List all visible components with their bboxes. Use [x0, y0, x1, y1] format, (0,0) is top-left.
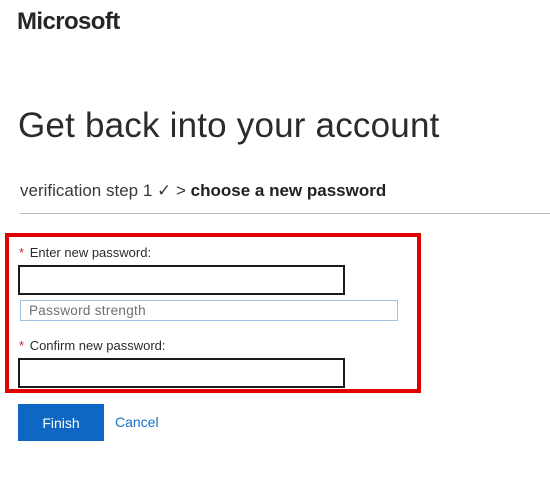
required-marker: *: [19, 245, 25, 260]
confirm-password-input[interactable]: [18, 358, 345, 388]
confirm-password-label: * Confirm new password:: [19, 338, 166, 353]
new-password-label: * Enter new password:: [19, 245, 151, 260]
microsoft-logo: Microsoft: [17, 8, 120, 35]
finish-button[interactable]: Finish: [18, 404, 104, 441]
step-previous: verification step 1 ✓ >: [20, 181, 186, 200]
cancel-link[interactable]: Cancel: [115, 414, 159, 430]
confirm-password-label-text: Confirm new password:: [29, 338, 166, 353]
required-marker: *: [19, 338, 25, 353]
page-title: Get back into your account: [18, 106, 440, 145]
step-current: choose a new password: [190, 181, 387, 200]
password-strength-indicator: Password strength: [20, 300, 398, 321]
new-password-label-text: Enter new password:: [29, 245, 152, 260]
divider: [20, 213, 550, 214]
new-password-input[interactable]: [18, 265, 345, 295]
step-breadcrumb: verification step 1 ✓ > choose a new pas…: [20, 181, 386, 201]
